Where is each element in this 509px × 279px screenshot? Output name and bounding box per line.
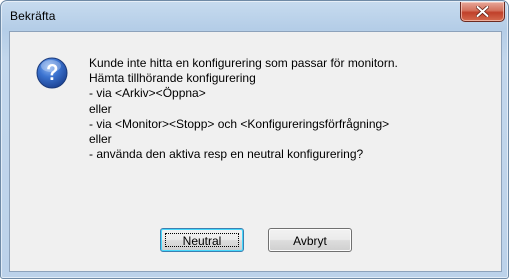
message-line: Kunde inte hitta en konfigurering som pa… (89, 56, 398, 70)
title-bar[interactable]: Bekräfta (1, 1, 508, 31)
neutral-button-label: Neutral (182, 234, 222, 248)
cancel-button-label: Avbryt (293, 234, 327, 248)
message-line: eller (89, 132, 112, 147)
question-icon (36, 57, 68, 89)
cancel-button[interactable]: Avbryt (268, 228, 352, 252)
message-line: eller (89, 101, 112, 116)
message-line: - via <Monitor><Stopp> och <Konfigurerin… (89, 116, 390, 131)
message-line: Hämta tillhörande konfigurering (89, 71, 256, 86)
neutral-button[interactable]: Neutral (160, 228, 244, 252)
message-line: - via <Arkiv><Öppna> (89, 86, 206, 101)
dialog-window: Bekräfta Kunde inte hitta en konfigureri… (0, 0, 509, 279)
close-icon (476, 6, 489, 17)
message-line: - använda den aktiva resp en neutral kon… (89, 147, 364, 162)
close-button[interactable] (460, 2, 505, 22)
dialog-message: Kunde inte hitta en konfigurering som pa… (89, 56, 499, 162)
dialog-content: Kunde inte hitta en konfigurering som pa… (9, 31, 502, 272)
window-title: Bekräfta (10, 9, 56, 23)
